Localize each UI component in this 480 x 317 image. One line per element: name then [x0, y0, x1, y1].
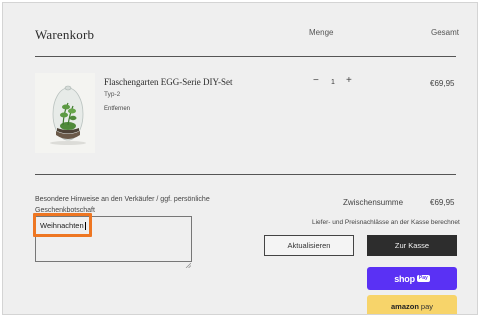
column-header-quantity: Menge [309, 28, 334, 37]
order-note-label: Besondere Hinweise an den Verkäufer / gg… [35, 196, 210, 214]
update-cart-label: Aktualisieren [287, 241, 331, 250]
order-note-value: Weihnachten [40, 221, 84, 230]
amazon-pay-logo-word: amazon [390, 301, 419, 311]
update-cart-button[interactable]: Aktualisieren [264, 235, 354, 256]
items-divider [35, 174, 456, 175]
quantity-value[interactable]: 1 [331, 79, 335, 86]
remove-item-link[interactable]: Entfernen [104, 106, 130, 112]
amazon-pay-button[interactable]: amazon pay [367, 295, 457, 314]
page-title: Warenkorb [35, 27, 95, 42]
shop-pay-logo-word: shop [394, 273, 415, 284]
order-note-textarea[interactable]: Weihnachten [35, 216, 192, 262]
shipping-note: Liefer- und Preisnachlässe an der Kasse … [312, 219, 460, 226]
cart-page: Warenkorb Menge Gesamt Flaschengarten EG… [2, 2, 478, 315]
quantity-increase-button[interactable]: + [346, 76, 352, 86]
line-item-price: €69,95 [430, 79, 455, 88]
checkout-label: Zur Kasse [394, 241, 430, 250]
product-variant: Typ-2 [104, 91, 121, 98]
product-image[interactable] [35, 73, 95, 153]
header-divider [35, 56, 456, 57]
subtotal-value: €69,95 [430, 198, 455, 207]
amazon-pay-logo-suffix: pay [420, 301, 434, 311]
subtotal-label: Zwischensumme [343, 198, 404, 207]
terrarium-illustration [35, 73, 95, 153]
quantity-decrease-button[interactable]: − [313, 76, 319, 86]
text-caret [84, 222, 86, 231]
shop-pay-button[interactable]: shop Pay [367, 267, 457, 290]
column-header-total: Gesamt [431, 28, 460, 37]
product-title[interactable]: Flaschengarten EGG-Serie DIY-Set [104, 77, 232, 87]
checkout-button[interactable]: Zur Kasse [367, 235, 457, 256]
shop-pay-logo-badge: Pay [416, 275, 430, 282]
